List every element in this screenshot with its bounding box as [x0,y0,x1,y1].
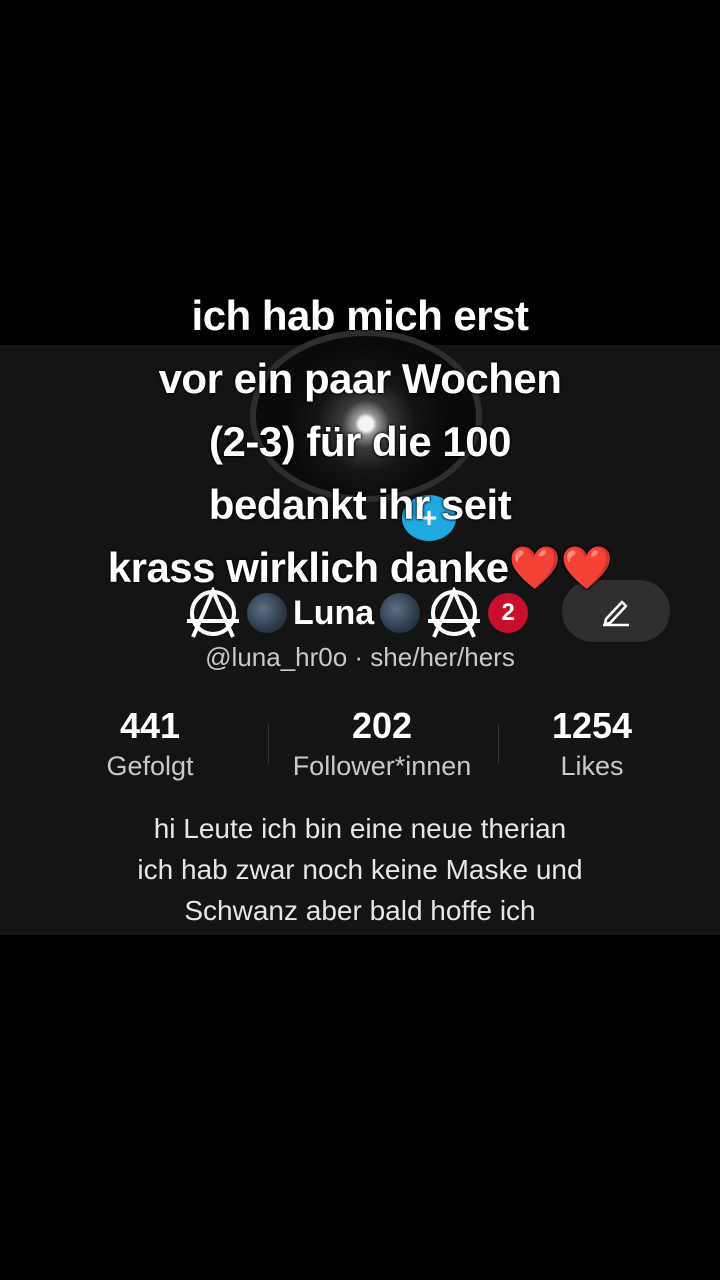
heart-icon: ❤️❤️ [508,544,613,591]
bio-line: ich hab zwar noch keine Maske und [137,854,583,885]
bio-line: hi Leute ich bin eine neue therian [153,813,567,844]
caption-line: vor ein paar Wochen [158,355,562,402]
stat-followers[interactable]: 202 Follower*innen [272,705,492,785]
moon-icon [380,593,421,633]
stat-following[interactable]: 441 Gefolgt [70,705,230,785]
moon-icon [247,593,287,633]
stat-likes[interactable]: 1254 Likes [512,705,672,785]
likes-label: Likes [560,751,624,781]
followers-count: 202 [351,705,413,746]
stat-divider [498,724,499,764]
caption-line: (2-3) für die 100 [209,418,511,465]
video-caption: ich hab mich erst vor ein paar Wochen (2… [0,284,720,599]
bio-line: Schwanz aber bald hoffe ich [184,895,536,926]
following-label: Gefolgt [106,751,194,781]
following-count: 441 [119,705,181,746]
profile-bio: hi Leute ich bin eine neue therian ich h… [0,808,720,931]
followers-label: Follower*innen [292,751,472,781]
stat-divider [268,724,269,764]
profile-name: Luna [293,593,375,632]
pencil-icon [603,600,629,627]
likes-count: 1254 [551,705,633,746]
notification-badge[interactable]: 2 [488,593,529,633]
profile-handle: @luna_hr0o · she/her/hers [205,642,515,672]
caption-line: bedankt ihr seit [208,481,512,528]
caption-line: ich hab mich erst [191,292,529,339]
caption-text: krass wirklich danke [107,544,509,591]
caption-line-last: krass wirklich danke❤️❤️ [0,536,720,599]
